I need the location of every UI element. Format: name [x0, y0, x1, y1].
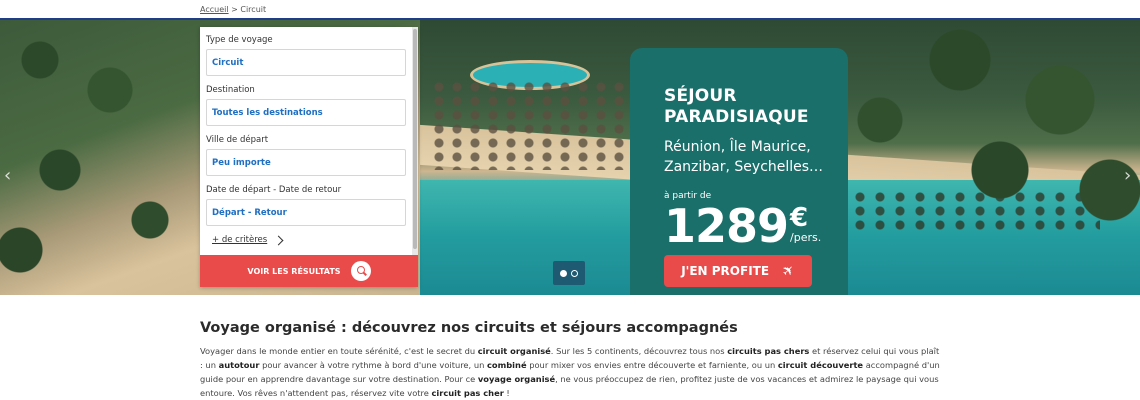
promo-currency: € [790, 203, 809, 233]
intro-keyword: circuit découverte [777, 360, 864, 370]
see-results-button[interactable]: VOIR LES RÉSULTATS [200, 255, 418, 287]
carousel-dots [553, 261, 585, 285]
dates-picker[interactable]: Départ - Retour [206, 199, 406, 226]
search-icon [350, 261, 371, 281]
carousel-dot-1[interactable] [560, 269, 567, 277]
intro-text: pour mixer vos envies entre découverte e… [526, 360, 778, 370]
breadcrumb-current: Circuit [240, 5, 267, 14]
breadcrumb-home-link[interactable]: Accueil [200, 5, 229, 14]
see-results-label: VOIR LES RÉSULTATS [247, 266, 341, 276]
intro-keyword: autotour [218, 360, 260, 370]
trip-type-label: Type de voyage [206, 35, 273, 45]
search-panel: Type de voyage Circuit Destination Toute… [200, 27, 418, 287]
hero-image-palms [0, 20, 1140, 295]
breadcrumb: Accueil > Circuit [200, 5, 266, 14]
intro-keyword: voyage organisé [477, 374, 556, 384]
promo-places-line1: Réunion, Île Maurice, [664, 139, 811, 155]
trip-type-select[interactable]: Circuit [206, 49, 406, 76]
chevron-right-icon [273, 235, 284, 245]
promo-places-line2: Zanzibar, Seychelles… [664, 159, 824, 175]
breadcrumb-separator: > [231, 5, 238, 14]
plane-icon: ✈ [779, 261, 799, 281]
intro-keyword: circuit organisé [477, 346, 551, 356]
hero-banner[interactable]: ‹ › [0, 20, 1140, 295]
search-form: Type de voyage Circuit Destination Toute… [200, 27, 412, 255]
intro-text: Voyager dans le monde entier en toute sé… [200, 346, 478, 356]
intro-paragraph: Voyager dans le monde entier en toute sé… [200, 344, 940, 400]
dates-label: Date de départ - Date de retour [206, 185, 342, 195]
more-criteria-link[interactable]: + de critères [212, 235, 406, 245]
seo-content: Voyage organisé : découvrez nos circuits… [200, 320, 940, 400]
intro-text: pour avancer à votre rythme à bord d'une… [259, 360, 487, 370]
destination-label: Destination [206, 85, 255, 95]
departure-city-select[interactable]: Peu importe [206, 149, 406, 176]
page-heading: Voyage organisé : découvrez nos circuits… [200, 320, 738, 336]
promo-title-line2: PARADISIAQUE [664, 107, 809, 127]
scrollbar-thumb[interactable] [413, 29, 417, 249]
intro-keyword: combiné [486, 360, 527, 370]
carousel-dot-2[interactable] [571, 269, 578, 277]
promo-per-person: /pers. [790, 231, 822, 244]
promo-price: 1289 € /pers. [664, 203, 848, 249]
intro-text: ! [503, 388, 510, 398]
more-criteria-label: + de critères [212, 235, 268, 245]
promo-cta-button[interactable]: J'EN PROFITE ✈ [664, 255, 812, 287]
carousel-prev-icon[interactable]: ‹ [4, 165, 16, 186]
departure-city-label: Ville de départ [206, 135, 269, 145]
intro-keyword: circuits pas chers [727, 346, 810, 356]
intro-keyword: circuit pas cher [431, 388, 504, 398]
destination-select[interactable]: Toutes les destinations [206, 99, 406, 126]
promo-title-line1: SÉJOUR [664, 86, 737, 106]
intro-text: . Sur les 5 continents, découvrez tous n… [550, 346, 728, 356]
carousel-next-icon[interactable]: › [1124, 165, 1136, 186]
search-scrollbar[interactable] [412, 27, 418, 255]
promo-price-value: 1289 [664, 199, 789, 253]
promo-cta-label: J'EN PROFITE [681, 264, 770, 278]
